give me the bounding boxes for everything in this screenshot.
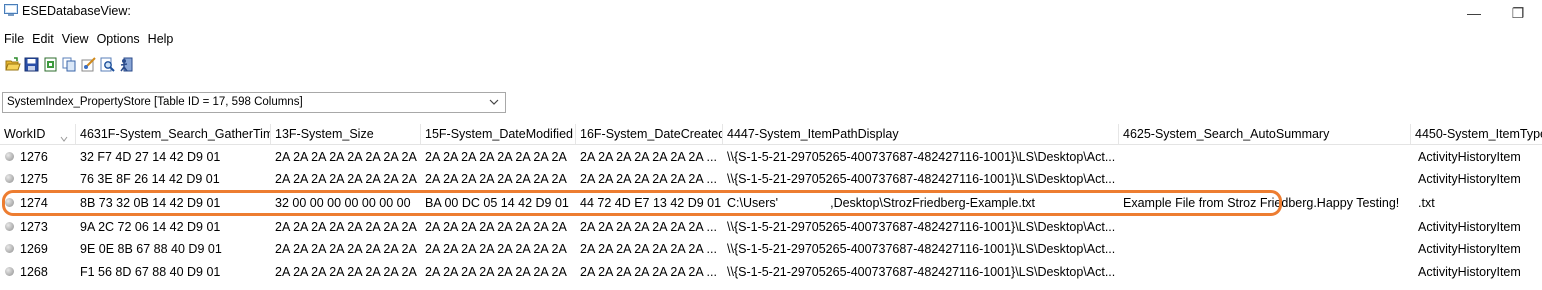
cell-workid: 1273 <box>20 220 48 234</box>
cell-gathertime: 76 3E 8F 26 14 42 D9 01 <box>80 172 220 186</box>
table-selector[interactable]: SystemIndex_PropertyStore [Table ID = 17… <box>2 92 506 113</box>
cell-itempathdisplay: C:\Users' ,Desktop\StrozFriedberg-Exampl… <box>727 196 1036 210</box>
toolbar <box>0 52 137 76</box>
column-header-itempathdisplay[interactable]: 4447-System_ItemPathDisplay <box>723 124 1119 144</box>
minimize-button[interactable]: — <box>1452 1 1496 25</box>
column-header-autosummary[interactable]: 4625-System_Search_AutoSummary <box>1119 124 1411 144</box>
maximize-button[interactable]: ❐ <box>1496 1 1540 25</box>
cell-itempathdisplay: \\{S-1-5-21-29705265-400737687-482427116… <box>727 172 1116 186</box>
cell-gathertime: F1 56 8D 67 88 40 D9 01 <box>80 265 221 279</box>
open-icon[interactable] <box>4 55 21 73</box>
row-status-icon <box>5 152 14 161</box>
cell-itemtype: ActivityHistoryItem <box>1418 150 1521 164</box>
row-status-icon <box>5 244 14 253</box>
app-icon <box>4 4 18 17</box>
cell-datecreated: 2A 2A 2A 2A 2A 2A 2A ... <box>580 220 717 234</box>
table-row[interactable]: 1268 F1 56 8D 67 88 40 D9 01 2A 2A 2A 2A… <box>0 261 1542 283</box>
row-status-icon <box>5 198 14 207</box>
cell-datemodified: 2A 2A 2A 2A 2A 2A 2A 2A <box>425 150 567 164</box>
cell-size: 2A 2A 2A 2A 2A 2A 2A 2A <box>275 150 417 164</box>
cell-gathertime: 9A 2C 72 06 14 42 D9 01 <box>80 220 221 234</box>
cell-workid: 1276 <box>20 150 48 164</box>
cell-datecreated: 44 72 4D E7 13 42 D9 01 <box>580 196 722 210</box>
cell-datemodified: 2A 2A 2A 2A 2A 2A 2A 2A <box>425 242 567 256</box>
cell-autosummary <box>1123 146 1410 168</box>
cell-gathertime: 32 F7 4D 27 14 42 D9 01 <box>80 150 221 164</box>
menu-edit[interactable]: Edit <box>28 29 58 49</box>
cell-autosummary <box>1123 216 1410 238</box>
row-status-icon <box>5 267 14 276</box>
cell-itemtype: ActivityHistoryItem <box>1418 265 1521 279</box>
cell-datemodified: 2A 2A 2A 2A 2A 2A 2A 2A <box>425 172 567 186</box>
table-row[interactable]: 1276 32 F7 4D 27 14 42 D9 01 2A 2A 2A 2A… <box>0 146 1542 168</box>
cell-datecreated: 2A 2A 2A 2A 2A 2A 2A ... <box>580 265 717 279</box>
cell-itemtype: ActivityHistoryItem <box>1418 172 1521 186</box>
cell-workid: 1274 <box>20 196 48 210</box>
column-header-label: WorkID <box>4 127 46 141</box>
cell-workid: 1275 <box>20 172 48 186</box>
cell-itemtype: ActivityHistoryItem <box>1418 220 1521 234</box>
cell-itempathdisplay: \\{S-1-5-21-29705265-400737687-482427116… <box>727 242 1116 256</box>
sort-ascending-icon <box>60 129 68 142</box>
cell-datecreated: 2A 2A 2A 2A 2A 2A 2A ... <box>580 150 717 164</box>
column-header-gathertime[interactable]: 4631F-System_Search_GatherTime <box>76 124 271 144</box>
cell-size: 2A 2A 2A 2A 2A 2A 2A 2A <box>275 172 417 186</box>
column-header-datemodified[interactable]: 15F-System_DateModified <box>421 124 576 144</box>
menu-view[interactable]: View <box>58 29 93 49</box>
table-selector-value: SystemIndex_PropertyStore [Table ID = 17… <box>7 96 303 108</box>
column-header-size[interactable]: 13F-System_Size <box>271 124 421 144</box>
cell-workid: 1268 <box>20 265 48 279</box>
find-icon[interactable] <box>99 55 116 73</box>
menu-options[interactable]: Options <box>93 29 144 49</box>
menu-file[interactable]: File <box>0 29 28 49</box>
cell-datemodified: 2A 2A 2A 2A 2A 2A 2A 2A <box>425 220 567 234</box>
cell-datecreated: 2A 2A 2A 2A 2A 2A 2A ... <box>580 172 717 186</box>
table-row-highlighted[interactable]: 1274 8B 73 32 0B 14 42 D9 01 32 00 00 00… <box>0 192 1542 214</box>
cell-gathertime: 9E 0E 8B 67 88 40 D9 01 <box>80 242 222 256</box>
cell-datecreated: 2A 2A 2A 2A 2A 2A 2A ... <box>580 242 717 256</box>
chevron-down-icon[interactable] <box>489 96 499 106</box>
cell-datemodified: 2A 2A 2A 2A 2A 2A 2A 2A <box>425 265 567 279</box>
table-row[interactable]: 1269 9E 0E 8B 67 88 40 D9 01 2A 2A 2A 2A… <box>0 238 1542 260</box>
row-status-icon <box>5 222 14 231</box>
menu-bar: File Edit View Options Help <box>0 29 177 49</box>
properties-icon[interactable] <box>80 55 97 73</box>
cell-autosummary <box>1123 168 1410 190</box>
cell-workid: 1269 <box>20 242 48 256</box>
grid-header: WorkID 4631F-System_Search_GatherTime 13… <box>0 124 1542 145</box>
row-status-icon <box>5 174 14 183</box>
table-row[interactable]: 1273 9A 2C 72 06 14 42 D9 01 2A 2A 2A 2A… <box>0 216 1542 238</box>
cell-itemtype: .txt <box>1418 196 1435 210</box>
table-row[interactable]: 1275 76 3E 8F 26 14 42 D9 01 2A 2A 2A 2A… <box>0 168 1542 190</box>
exit-icon[interactable] <box>118 55 135 73</box>
cell-itempathdisplay: \\{S-1-5-21-29705265-400737687-482427116… <box>727 220 1116 234</box>
cell-size: 2A 2A 2A 2A 2A 2A 2A 2A <box>275 242 417 256</box>
cell-itempathdisplay: \\{S-1-5-21-29705265-400737687-482427116… <box>727 150 1116 164</box>
save-icon[interactable] <box>23 55 40 73</box>
window-title: ESEDatabaseView: <box>22 4 131 18</box>
cell-size: 2A 2A 2A 2A 2A 2A 2A 2A <box>275 265 417 279</box>
copy-icon[interactable] <box>61 55 78 73</box>
menu-help[interactable]: Help <box>144 29 178 49</box>
cell-datemodified: BA 00 DC 05 14 42 D9 01 <box>425 196 569 210</box>
column-header-workid[interactable]: WorkID <box>0 124 76 144</box>
cell-size: 2A 2A 2A 2A 2A 2A 2A 2A <box>275 220 417 234</box>
column-header-datecreated[interactable]: 16F-System_DateCreated <box>576 124 723 144</box>
cell-autosummary <box>1123 238 1410 260</box>
cell-autosummary <box>1123 261 1410 283</box>
title-bar: ESEDatabaseView: — ❐ <box>0 0 1542 26</box>
cell-size: 32 00 00 00 00 00 00 00 <box>275 196 411 210</box>
cell-itempathdisplay: \\{S-1-5-21-29705265-400737687-482427116… <box>727 265 1116 279</box>
cell-autosummary: Example File from Stroz Friedberg.Happy … <box>1123 196 1400 210</box>
cell-itemtype: ActivityHistoryItem <box>1418 242 1521 256</box>
export-icon[interactable] <box>42 55 59 73</box>
column-header-itemtype[interactable]: 4450-System_ItemType <box>1411 124 1542 144</box>
cell-gathertime: 8B 73 32 0B 14 42 D9 01 <box>80 196 221 210</box>
